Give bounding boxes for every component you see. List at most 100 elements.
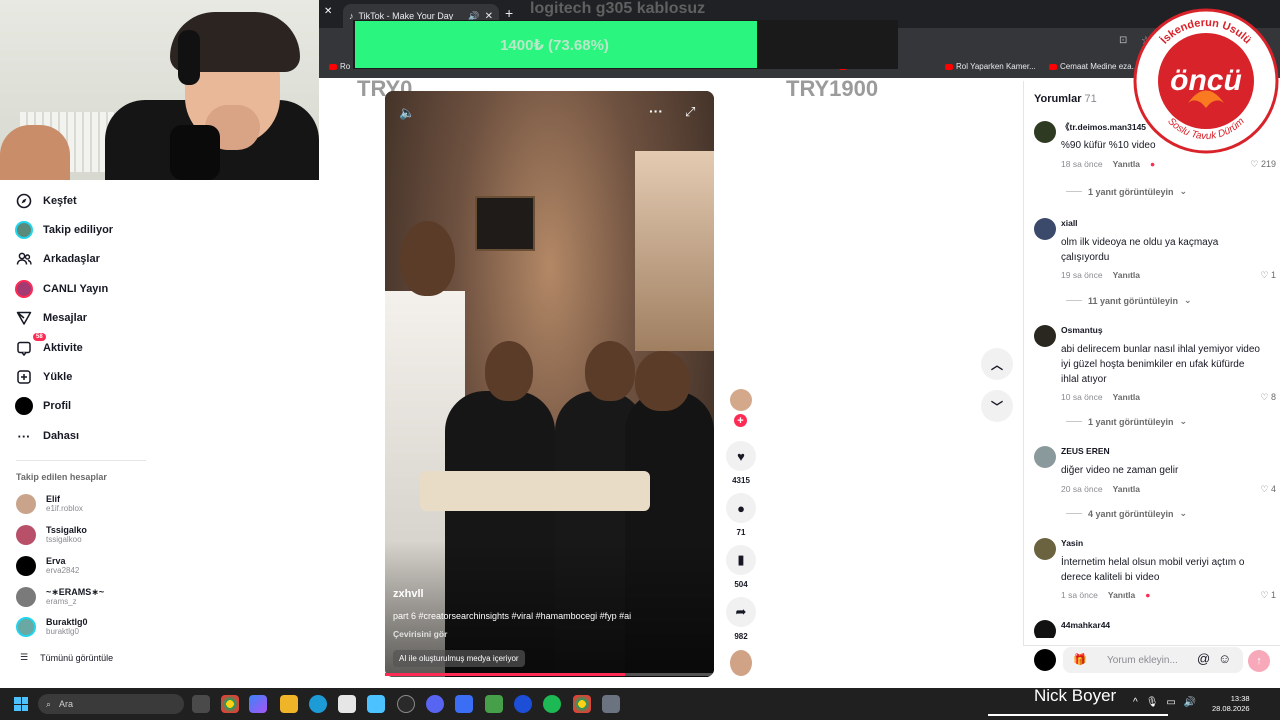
comment-username[interactable]: xiall [1061,218,1078,228]
comment-icon: ● [737,500,745,516]
view-replies-button[interactable]: 1 yanıt görüntüleyin ⌄ [1066,416,1187,427]
sidebar-item-kesfet[interactable]: Keşfet [15,192,77,210]
avatar[interactable] [1034,325,1056,347]
comment-likes[interactable]: ♡ 1 [1260,270,1276,281]
translate-icon[interactable]: ⊡ [1119,35,1127,46]
comment-likes[interactable]: ♡ 219 [1250,159,1276,170]
reply-button[interactable]: Yanıtla [1113,392,1140,402]
comment-username[interactable]: Yasin [1061,538,1083,548]
system-tray: ^ 🎙 ▭ 🔊 [1133,697,1196,708]
see-all-link[interactable]: ☰ Tümünü görüntüle [20,652,113,663]
file-explorer-icon[interactable] [280,695,298,713]
video-progress-fill [385,673,625,676]
comment-username[interactable]: Osmantuş [1061,325,1103,335]
like-button[interactable]: ♥ [726,441,756,471]
save-button[interactable]: ▮ [726,545,756,575]
minecraft-icon[interactable] [485,695,503,713]
view-replies-button[interactable]: 1 yanıt görüntüleyin ⌄ [1066,186,1187,197]
obs-icon[interactable] [397,695,415,713]
translate-link[interactable]: Çevirisini gör [393,629,447,639]
share-button[interactable]: ➦ [726,597,756,627]
webcam-headset [178,30,200,85]
mention-icon[interactable]: @ [1197,651,1210,666]
comment-button[interactable]: ● [726,493,756,523]
account-item[interactable]: Erva erva2842 [16,556,79,576]
video-author[interactable]: zxhvll [393,588,424,600]
music-avatar[interactable] [730,650,752,676]
avatar[interactable] [1034,446,1056,468]
view-replies-button[interactable]: 4 yanıt görüntüleyin ⌄ [1066,508,1187,519]
ea-icon[interactable] [514,695,532,713]
webcam-microphone [170,125,220,180]
avatar [16,494,36,514]
sidebar: Keşfet Takip ediliyor Arkadaşlar CANLI Y… [0,180,319,688]
spotify-icon[interactable] [543,695,561,713]
app-icon[interactable] [338,695,356,713]
copilot-icon[interactable] [249,695,267,713]
sidebar-item-more[interactable]: ··· Dahası [15,427,80,445]
taskbar-clock[interactable]: 13:38 28.08.2026 [1212,694,1250,714]
account-item[interactable]: ~∗ERAMS∗~ erams_z [16,587,104,607]
reply-button[interactable]: Yanıtla [1113,159,1140,169]
comment-likes[interactable]: ♡ 4 [1260,484,1276,495]
app-icon[interactable] [455,695,473,713]
reply-button[interactable]: Yanıtla [1113,484,1140,494]
sidebar-item-profile[interactable]: Profil [15,397,71,415]
comment-input[interactable]: Yorum ekleyin... [1063,647,1243,673]
mic-icon[interactable]: 🎙 [1146,697,1159,708]
upload-icon [15,368,33,386]
chrome-icon[interactable] [573,695,591,713]
more-options-icon[interactable]: ··· [649,103,663,119]
avatar[interactable] [1034,538,1056,560]
reply-button[interactable]: Yanıtla [1113,270,1140,280]
sidebar-item-live[interactable]: CANLI Yayın [15,280,108,298]
video-player[interactable]: 🔈 ··· ⤢ zxhvll part 6 #creatorsearchinsi… [385,91,714,677]
view-replies-button[interactable]: 11 yanıt görüntüleyin ⌄ [1066,295,1192,306]
send-comment-button[interactable]: ↑ [1248,650,1270,672]
avatar[interactable] [1034,620,1056,638]
chrome-icon[interactable] [221,695,239,713]
heart-outline-icon: ♡ [1260,484,1269,494]
comment-likes[interactable]: ♡ 1 [1260,590,1276,601]
discord-icon[interactable] [426,695,444,713]
store-icon[interactable] [367,695,385,713]
comment-text: olm ilk videoya ne oldu ya kaçmaya çalış… [1061,237,1219,263]
taskbar-search[interactable]: ⌕ Ara [38,694,184,714]
gift-icon[interactable]: 🎁 [1073,653,1087,666]
sidebar-item-activity[interactable]: 58 Aktivite [15,333,83,357]
previous-video-button[interactable]: ︿ [981,348,1013,380]
sidebar-item-upload[interactable]: Yükle [15,368,72,386]
windows-start-icon[interactable] [14,697,28,711]
new-tab-button[interactable]: + [505,5,513,21]
avatar[interactable] [1034,121,1056,143]
window-close-button[interactable]: ✕ [324,6,332,17]
account-item[interactable]: Buraktlg0 buraktlg0 [16,617,88,637]
emoji-icon[interactable]: ☺ [1218,651,1231,666]
friends-icon [15,250,33,268]
video-table [420,471,650,511]
bookmark-item[interactable]: Rol Yaparken Kamer... [945,62,1036,71]
comment-likes[interactable]: ♡ 8 [1260,392,1276,403]
sidebar-item-following[interactable]: Takip ediliyor [15,221,113,239]
reply-button[interactable]: Yanıtla [1108,590,1135,600]
tray-chevron-icon[interactable]: ^ [1133,697,1138,708]
calculator-icon[interactable] [602,695,620,713]
sidebar-item-messages[interactable]: Mesajlar [15,309,87,327]
display-icon[interactable]: ▭ [1166,697,1175,708]
bookmark-item[interactable]: Cemaat Medine eza... [1049,62,1138,71]
edge-icon[interactable] [309,695,327,713]
comment-username[interactable]: 44mahkar44 [1061,620,1110,630]
account-item[interactable]: Tssigalko tssigalkoo [16,525,87,545]
bookmark-item[interactable]: Ro [329,62,350,71]
volume-icon[interactable]: 🔈 [399,105,415,121]
sidebar-item-friends[interactable]: Arkadaşlar [15,250,100,268]
account-item[interactable]: Elif e1if.roblox [16,494,83,514]
speaker-icon[interactable]: 🔊 [1184,697,1196,708]
comment-username[interactable]: ZEUS EREN [1061,446,1110,456]
account-name: Buraktlg0 [46,617,88,627]
next-video-button[interactable]: ﹀ [981,390,1013,422]
avatar[interactable] [1034,218,1056,240]
task-view-icon[interactable] [192,695,210,713]
expand-icon[interactable]: ⤢ [685,104,695,120]
comment-time: 19 sa önce [1061,270,1103,280]
